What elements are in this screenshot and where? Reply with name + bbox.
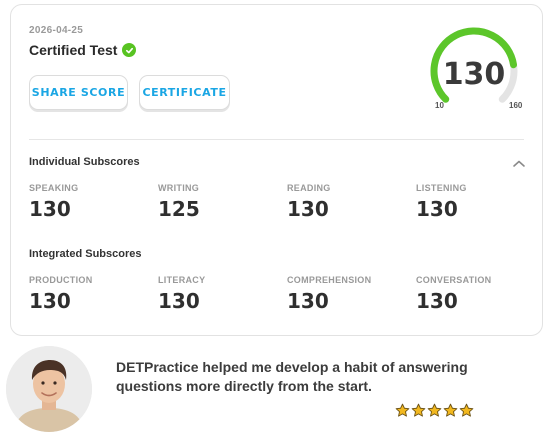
avatar — [6, 346, 92, 432]
subscore-writing: WRITING 125 — [158, 183, 200, 221]
chevron-up-icon[interactable] — [511, 157, 527, 169]
share-score-button[interactable]: SHARE SCORE — [29, 75, 128, 110]
subscore-value: 130 — [416, 289, 458, 313]
subscore-label: SPEAKING — [29, 183, 79, 193]
subscore-value: 130 — [29, 197, 71, 221]
title-row: Certified Test — [29, 42, 137, 58]
subscore-label: PRODUCTION — [29, 275, 93, 285]
subscore-production: PRODUCTION 130 — [29, 275, 93, 313]
subscore-label: LITERACY — [158, 275, 206, 285]
subscore-comprehension: COMPREHENSION 130 — [287, 275, 371, 313]
rating-stars — [395, 403, 474, 418]
subscore-value: 130 — [158, 289, 200, 313]
test-title: Certified Test — [29, 42, 118, 58]
subscore-value: 130 — [287, 289, 329, 313]
star-icon — [411, 403, 426, 417]
test-date: 2026-04-25 — [29, 25, 84, 36]
testimonial-quote: DETPractice helped me develop a habit of… — [116, 359, 468, 394]
individual-subscores-title: Individual Subscores — [29, 156, 140, 168]
subscore-value: 130 — [416, 197, 458, 221]
gauge-max-label: 160 — [509, 101, 523, 110]
subscore-value: 130 — [287, 197, 329, 221]
gauge-min-label: 10 — [435, 101, 444, 110]
score-card: 2026-04-25 Certified Test SHARE SCORE CE… — [10, 4, 543, 336]
subscore-label: LISTENING — [416, 183, 467, 193]
subscore-label: COMPREHENSION — [287, 275, 372, 285]
score-gauge: 130 10 160 — [421, 21, 533, 117]
star-icon — [427, 403, 442, 417]
subscore-conversation: CONVERSATION 130 — [416, 275, 491, 313]
subscore-value: 125 — [158, 197, 200, 221]
certificate-button[interactable]: CERTIFICATE — [139, 75, 230, 110]
subscore-label: READING — [287, 183, 331, 193]
divider — [29, 139, 524, 140]
integrated-subscores-title: Integrated Subscores — [29, 248, 142, 260]
subscore-value: 130 — [29, 289, 71, 313]
gauge-score: 130 — [442, 57, 506, 92]
subscore-label: WRITING — [158, 183, 200, 193]
verified-check-icon — [122, 43, 137, 57]
star-icon — [395, 403, 410, 417]
star-icon — [443, 403, 458, 417]
subscore-label: CONVERSATION — [416, 275, 492, 285]
subscore-literacy: LITERACY 130 — [158, 275, 205, 313]
subscore-listening: LISTENING 130 — [416, 183, 467, 221]
subscore-reading: READING 130 — [287, 183, 331, 221]
subscore-speaking: SPEAKING 130 — [29, 183, 78, 221]
star-icon — [459, 403, 474, 417]
